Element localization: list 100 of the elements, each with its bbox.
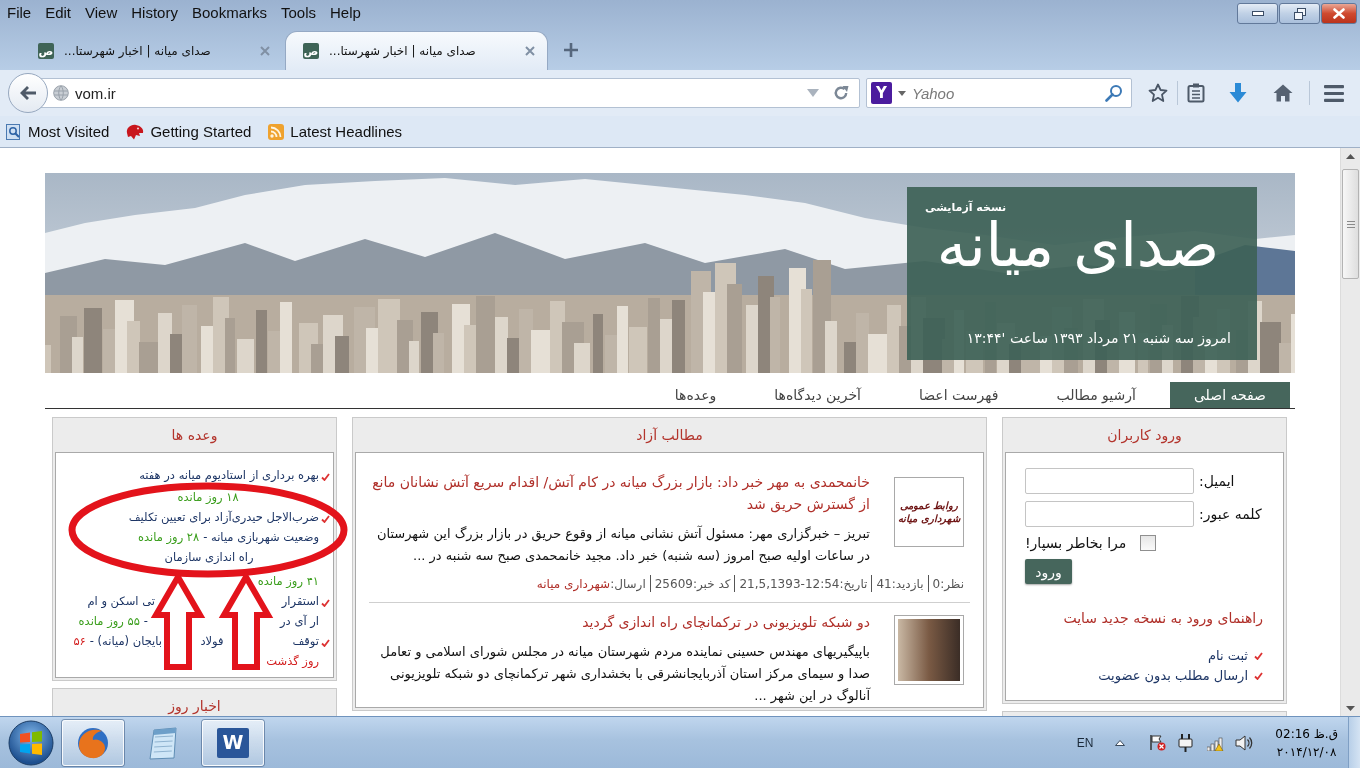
- address-bar[interactable]: vom.ir: [40, 78, 860, 108]
- promise-link[interactable]: وضعیت شهربازی میانه -: [203, 527, 319, 547]
- start-orb-icon[interactable]: [8, 719, 54, 766]
- home-icon[interactable]: [1273, 84, 1293, 102]
- menu-item[interactable]: Edit: [38, 0, 79, 26]
- remember-checkbox[interactable]: [1140, 535, 1157, 551]
- meta-text: بازدید:41: [876, 576, 924, 591]
- back-button[interactable]: [8, 73, 48, 113]
- browser-tab[interactable]: ص صدای میانه | اخبار شهرستا...: [285, 31, 548, 70]
- promise-link[interactable]: توقف: [292, 631, 319, 651]
- close-button[interactable]: [1321, 3, 1357, 24]
- fox-globe-icon: [76, 725, 110, 760]
- menu-item[interactable]: Help: [323, 0, 368, 26]
- rss-icon: [268, 123, 285, 140]
- download-icon[interactable]: [1229, 83, 1247, 103]
- menu-item[interactable]: File: [0, 0, 39, 26]
- back-arrow-icon: [19, 85, 37, 101]
- plug-icon[interactable]: [1178, 733, 1194, 752]
- caret-down-icon[interactable]: [898, 90, 906, 96]
- check-icon: [1254, 672, 1263, 680]
- url-input[interactable]: vom.ir: [75, 82, 801, 104]
- menu-item[interactable]: History: [124, 0, 185, 26]
- input-field[interactable]: [1025, 468, 1194, 494]
- search-input[interactable]: Yahoo: [912, 82, 1099, 104]
- field-label: کلمه عبور:: [1199, 506, 1263, 522]
- days-count: ۱۸ روز مانده: [177, 489, 239, 506]
- reading-list-icon[interactable]: [1187, 83, 1205, 103]
- scroll-down-icon[interactable]: [1346, 706, 1355, 711]
- clock-date: ۲۰۱۴/۱۲/۰۸: [1276, 743, 1337, 761]
- promise-link[interactable]: راه اندازی سازمان: [164, 547, 254, 567]
- scrollbar-thumb[interactable]: [1342, 169, 1359, 279]
- guide-link[interactable]: راهنمای ورود به نسخه جدید سایت: [1025, 610, 1263, 626]
- favicon-tile: ص: [38, 43, 54, 59]
- login-button[interactable]: ورود: [1025, 559, 1072, 584]
- meta-text: ارسال:: [610, 576, 646, 591]
- page-search-icon: [6, 123, 22, 140]
- nav-tab[interactable]: آخرین دیدگاه‌ها: [750, 382, 885, 408]
- meta-text: کد خبر:25609: [654, 576, 731, 591]
- nav-tab[interactable]: صفحه اصلی: [1169, 382, 1290, 408]
- language-indicator[interactable]: EN: [1076, 735, 1094, 750]
- bookmark-link[interactable]: Getting Started: [126, 123, 252, 140]
- promise-link[interactable]: -: [143, 611, 148, 631]
- search-bar[interactable]: Y Yahoo: [866, 78, 1132, 108]
- bookmark-link[interactable]: Latest Headlines: [268, 123, 403, 140]
- speaker-icon[interactable]: [1235, 734, 1254, 751]
- checkbox-label: مرا بخاطر بسپار!: [1025, 535, 1127, 551]
- sidebar-link[interactable]: ارسال مطلب بدون عضویت: [1098, 666, 1248, 686]
- meta-text: نظر:0: [932, 576, 964, 591]
- star-icon[interactable]: [1148, 83, 1168, 103]
- sender-link[interactable]: شهرداری میانه: [536, 576, 611, 591]
- plus-icon[interactable]: [564, 43, 578, 57]
- thumbnail-caption: روابط عمومی: [899, 500, 959, 511]
- nav-tab[interactable]: وعده‌ها: [650, 382, 741, 408]
- promise-link[interactable]: تی اسکن و ام: [87, 591, 155, 611]
- field-label: ایمیل:: [1199, 473, 1236, 489]
- menu-icon[interactable]: [1324, 84, 1344, 102]
- promise-link[interactable]: فولاد: [200, 631, 224, 651]
- promise-link[interactable]: ار آی در: [280, 611, 319, 631]
- restore-button[interactable]: [1279, 3, 1320, 24]
- news-headline[interactable]: خانمحمدی به مهر خبر داد: بازار بزرگ میانه در کام آتش/ اقدام سریع آتش نشانان مانع از گسترش حریق شد: [369, 471, 870, 515]
- menu-item[interactable]: Tools: [274, 0, 323, 26]
- check-icon: [1254, 652, 1263, 660]
- close-icon: [1333, 8, 1345, 19]
- taskbar-app-button[interactable]: [62, 719, 124, 766]
- search-icon[interactable]: [1105, 84, 1123, 102]
- taskbar-app-button[interactable]: W: [202, 719, 264, 766]
- photo-placeholder[interactable]: [894, 615, 964, 685]
- news-headline[interactable]: دو شبکه تلویزیونی در ترکمانچای راه اندازی گردید: [369, 611, 870, 633]
- days-count: روز گذشت: [266, 653, 319, 670]
- creature-head-icon: [126, 123, 145, 140]
- scroll-up-icon[interactable]: [1346, 154, 1355, 159]
- reload-icon[interactable]: [833, 85, 849, 101]
- sidebar-link[interactable]: ثبت نام: [1207, 646, 1248, 666]
- nav-tab[interactable]: فهرست اعضا: [894, 382, 1023, 408]
- flag-icon[interactable]: [1149, 734, 1167, 751]
- promise-link[interactable]: بهره برداری از استادیوم میانه در هفته: [139, 465, 319, 485]
- scrollbar-track[interactable]: [1340, 148, 1360, 716]
- input-field[interactable]: [1025, 501, 1194, 527]
- nav-tab[interactable]: آرشیو مطالب: [1032, 382, 1160, 408]
- promise-link[interactable]: استقرار: [281, 591, 319, 611]
- caret-up-icon[interactable]: [1115, 739, 1126, 746]
- minimize-icon: [1251, 11, 1264, 16]
- panel-title: مطالب آزاد: [635, 426, 704, 446]
- signal-bars-icon[interactable]: [1207, 734, 1226, 751]
- tab-close-icon[interactable]: [525, 46, 535, 56]
- logo-thumbnail[interactable]: روابط عمومی شهرداری میانه: [894, 477, 964, 547]
- header-date: امروز سه شنبه ۲۱ مرداد ۱۳۹۳ ساعت '۱۳:۴۴: [965, 330, 1231, 346]
- bookmark-link[interactable]: Most Visited: [6, 123, 110, 140]
- menu-item[interactable]: View: [78, 0, 125, 26]
- edition-label: نسخه آزمایشی: [925, 201, 1007, 214]
- promise-link[interactable]: ضرب‌الاجل حیدری‌آزاد برای تعیین تکلیف: [128, 507, 319, 527]
- promise-link[interactable]: بایجان (میانه) -: [89, 631, 162, 651]
- meta-text: تاریخ:12:54-21,5,1393: [739, 576, 868, 591]
- days-count: ۴۱ روز مانده: [257, 573, 319, 590]
- thumbnail-caption: شهرداری میانه: [898, 513, 960, 524]
- search-engine-tile[interactable]: Y: [871, 82, 892, 104]
- menu-item[interactable]: Bookmarks: [184, 0, 274, 26]
- check-icon: [321, 515, 330, 523]
- minimize-button[interactable]: [1237, 3, 1278, 24]
- browser-tab[interactable]: ص صدای میانه | اخبار شهرستا...: [20, 31, 283, 70]
